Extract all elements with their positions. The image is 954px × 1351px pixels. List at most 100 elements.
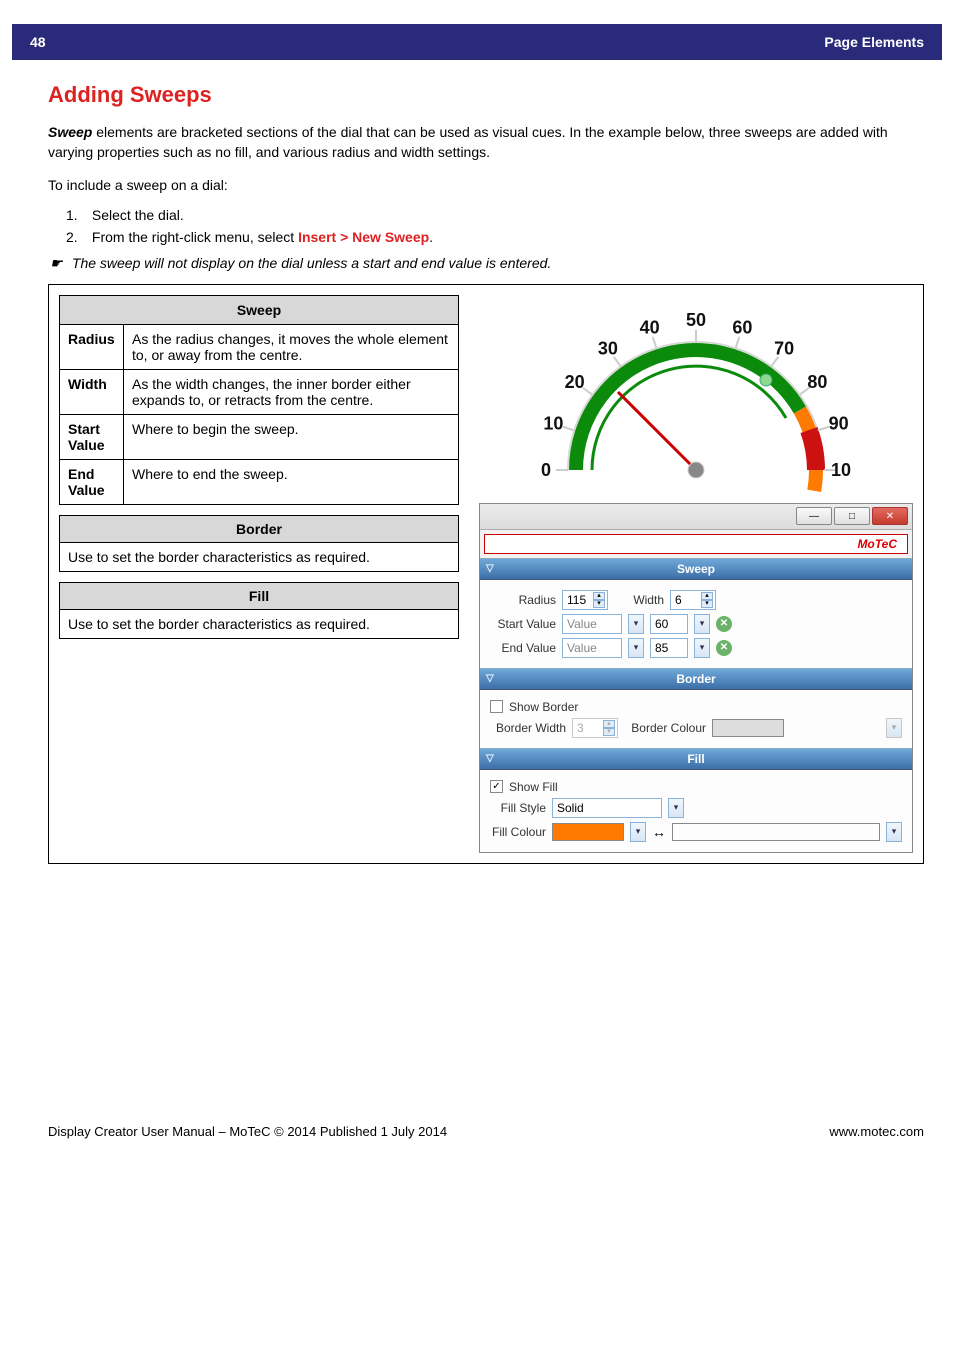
width-label: Width: [614, 593, 664, 607]
table-row: End Value Where to end the sweep.: [60, 459, 459, 504]
start-value-input[interactable]: 60: [650, 614, 688, 634]
dropdown-button[interactable]: ▾: [628, 638, 644, 658]
header-section: Page Elements: [824, 34, 924, 50]
svg-text:40: 40: [640, 317, 660, 337]
border-section-title: Border: [676, 672, 715, 686]
page-number: 48: [30, 34, 46, 50]
border-width-input: 3 ▴▾: [572, 718, 618, 738]
svg-text:60: 60: [732, 317, 752, 337]
step-2-number: 2.: [66, 229, 88, 245]
step-2-suffix: .: [429, 229, 433, 245]
intro-text: elements are bracketed sections of the d…: [48, 124, 888, 160]
window-maximize-button[interactable]: [834, 507, 870, 525]
border-section-header[interactable]: ▽ Border: [480, 668, 912, 690]
link-icon[interactable]: ↔: [652, 824, 666, 840]
spinner-icon[interactable]: ▴▾: [701, 592, 713, 608]
end-value-source[interactable]: Value: [562, 638, 622, 658]
dropdown-button[interactable]: ▾: [694, 614, 710, 634]
step-1-text: Select the dial.: [92, 207, 184, 223]
note: ☛ The sweep will not display on the dial…: [50, 255, 924, 272]
sweep-section-body: Radius 115 ▴▾ Width 6 ▴▾ Start Value: [480, 580, 912, 668]
table-row: Radius As the radius changes, it moves t…: [60, 324, 459, 369]
fill-colour-swatch-2[interactable]: [672, 823, 880, 841]
note-text: The sweep will not display on the dial u…: [72, 255, 551, 271]
dropdown-button[interactable]: ▾: [630, 822, 646, 842]
dial-gauge: 0102030405060708090100: [541, 295, 851, 495]
table-row: Start Value Where to begin the sweep.: [60, 414, 459, 459]
fill-section-header[interactable]: ▽ Fill: [480, 748, 912, 770]
border-width-value: 3: [577, 721, 584, 735]
dropdown-button: ▾: [886, 718, 902, 738]
step-1-number: 1.: [66, 207, 88, 223]
border-header: Border: [59, 515, 459, 543]
footer-left: Display Creator User Manual – MoTeC © 20…: [48, 1124, 447, 1139]
page-header: 48 Page Elements: [12, 24, 942, 60]
sweep-table: Sweep Radius As the radius changes, it m…: [59, 295, 459, 505]
svg-text:90: 90: [829, 414, 849, 434]
sweep-section-title: Sweep: [677, 562, 715, 576]
properties-panel: MoTeC ▽ Sweep Radius 115 ▴▾ Width 6: [479, 503, 913, 853]
example-column: 0102030405060708090100 MoTeC: [469, 285, 923, 863]
collapse-icon: ▽: [486, 753, 494, 764]
row-label: Start Value: [60, 414, 124, 459]
border-section-body: Show Border Border Width 3 ▴▾ Border Col…: [480, 690, 912, 748]
show-border-checkbox[interactable]: [490, 700, 503, 713]
svg-text:20: 20: [565, 372, 585, 392]
clear-button[interactable]: ✕: [716, 640, 732, 656]
radius-value: 115: [567, 593, 586, 607]
table-row: Width As the width changes, the inner bo…: [60, 369, 459, 414]
row-label: End Value: [60, 459, 124, 504]
width-input[interactable]: 6 ▴▾: [670, 590, 716, 610]
show-fill-label: Show Fill: [509, 780, 558, 794]
svg-text:30: 30: [598, 339, 618, 359]
end-value-label: End Value: [490, 641, 556, 655]
intro-paragraph: Sweep elements are bracketed sections of…: [48, 122, 924, 163]
svg-text:100: 100: [831, 460, 851, 480]
fill-header: Fill: [59, 582, 459, 610]
dropdown-button[interactable]: ▾: [886, 822, 902, 842]
fill-section-body: ✓ Show Fill Fill Style Solid ▾ Fill Colo…: [480, 770, 912, 852]
spinner-icon: ▴▾: [603, 720, 615, 736]
clear-button[interactable]: ✕: [716, 616, 732, 632]
border-colour-swatch: [712, 719, 784, 737]
section-title: Adding Sweeps: [48, 82, 924, 108]
collapse-icon: ▽: [486, 673, 494, 684]
step-2: 2. From the right-click menu, select Ins…: [66, 229, 924, 245]
dropdown-button[interactable]: ▾: [694, 638, 710, 658]
footer-right: www.motec.com: [829, 1124, 924, 1139]
window-minimize-button[interactable]: [796, 507, 832, 525]
row-label: Width: [60, 369, 124, 414]
radius-input[interactable]: 115 ▴▾: [562, 590, 608, 610]
spinner-icon[interactable]: ▴▾: [593, 592, 605, 608]
row-desc: Where to end the sweep.: [124, 459, 459, 504]
border-colour-label: Border Colour: [624, 721, 706, 735]
window-titlebar: [480, 504, 912, 530]
brand-label: MoTeC: [484, 534, 908, 554]
svg-text:0: 0: [541, 460, 551, 480]
row-label: Radius: [60, 324, 124, 369]
start-value-source[interactable]: Value: [562, 614, 622, 634]
row-desc: As the width changes, the inner border e…: [124, 369, 459, 414]
row-desc: Where to begin the sweep.: [124, 414, 459, 459]
dropdown-button[interactable]: ▾: [668, 798, 684, 818]
show-fill-checkbox[interactable]: ✓: [490, 780, 503, 793]
radius-label: Radius: [490, 593, 556, 607]
fill-desc: Use to set the border characteristics as…: [59, 610, 459, 639]
step-2-prefix: From the right-click menu, select: [92, 229, 298, 245]
end-value-input[interactable]: 85: [650, 638, 688, 658]
main-box: Sweep Radius As the radius changes, it m…: [48, 284, 924, 864]
step-1: 1. Select the dial.: [66, 207, 924, 223]
row-desc: As the radius changes, it moves the whol…: [124, 324, 459, 369]
svg-text:80: 80: [807, 372, 827, 392]
sweep-table-header: Sweep: [60, 295, 459, 324]
fill-style-select[interactable]: Solid: [552, 798, 662, 818]
start-value-label: Start Value: [490, 617, 556, 631]
dropdown-button[interactable]: ▾: [628, 614, 644, 634]
intro-emphasis: Sweep: [48, 124, 92, 140]
fill-colour-swatch[interactable]: [552, 823, 624, 841]
border-desc: Use to set the border characteristics as…: [59, 543, 459, 572]
svg-text:50: 50: [686, 310, 706, 330]
sweep-section-header[interactable]: ▽ Sweep: [480, 558, 912, 580]
definitions-column: Sweep Radius As the radius changes, it m…: [49, 285, 469, 863]
window-close-button[interactable]: [872, 507, 908, 525]
